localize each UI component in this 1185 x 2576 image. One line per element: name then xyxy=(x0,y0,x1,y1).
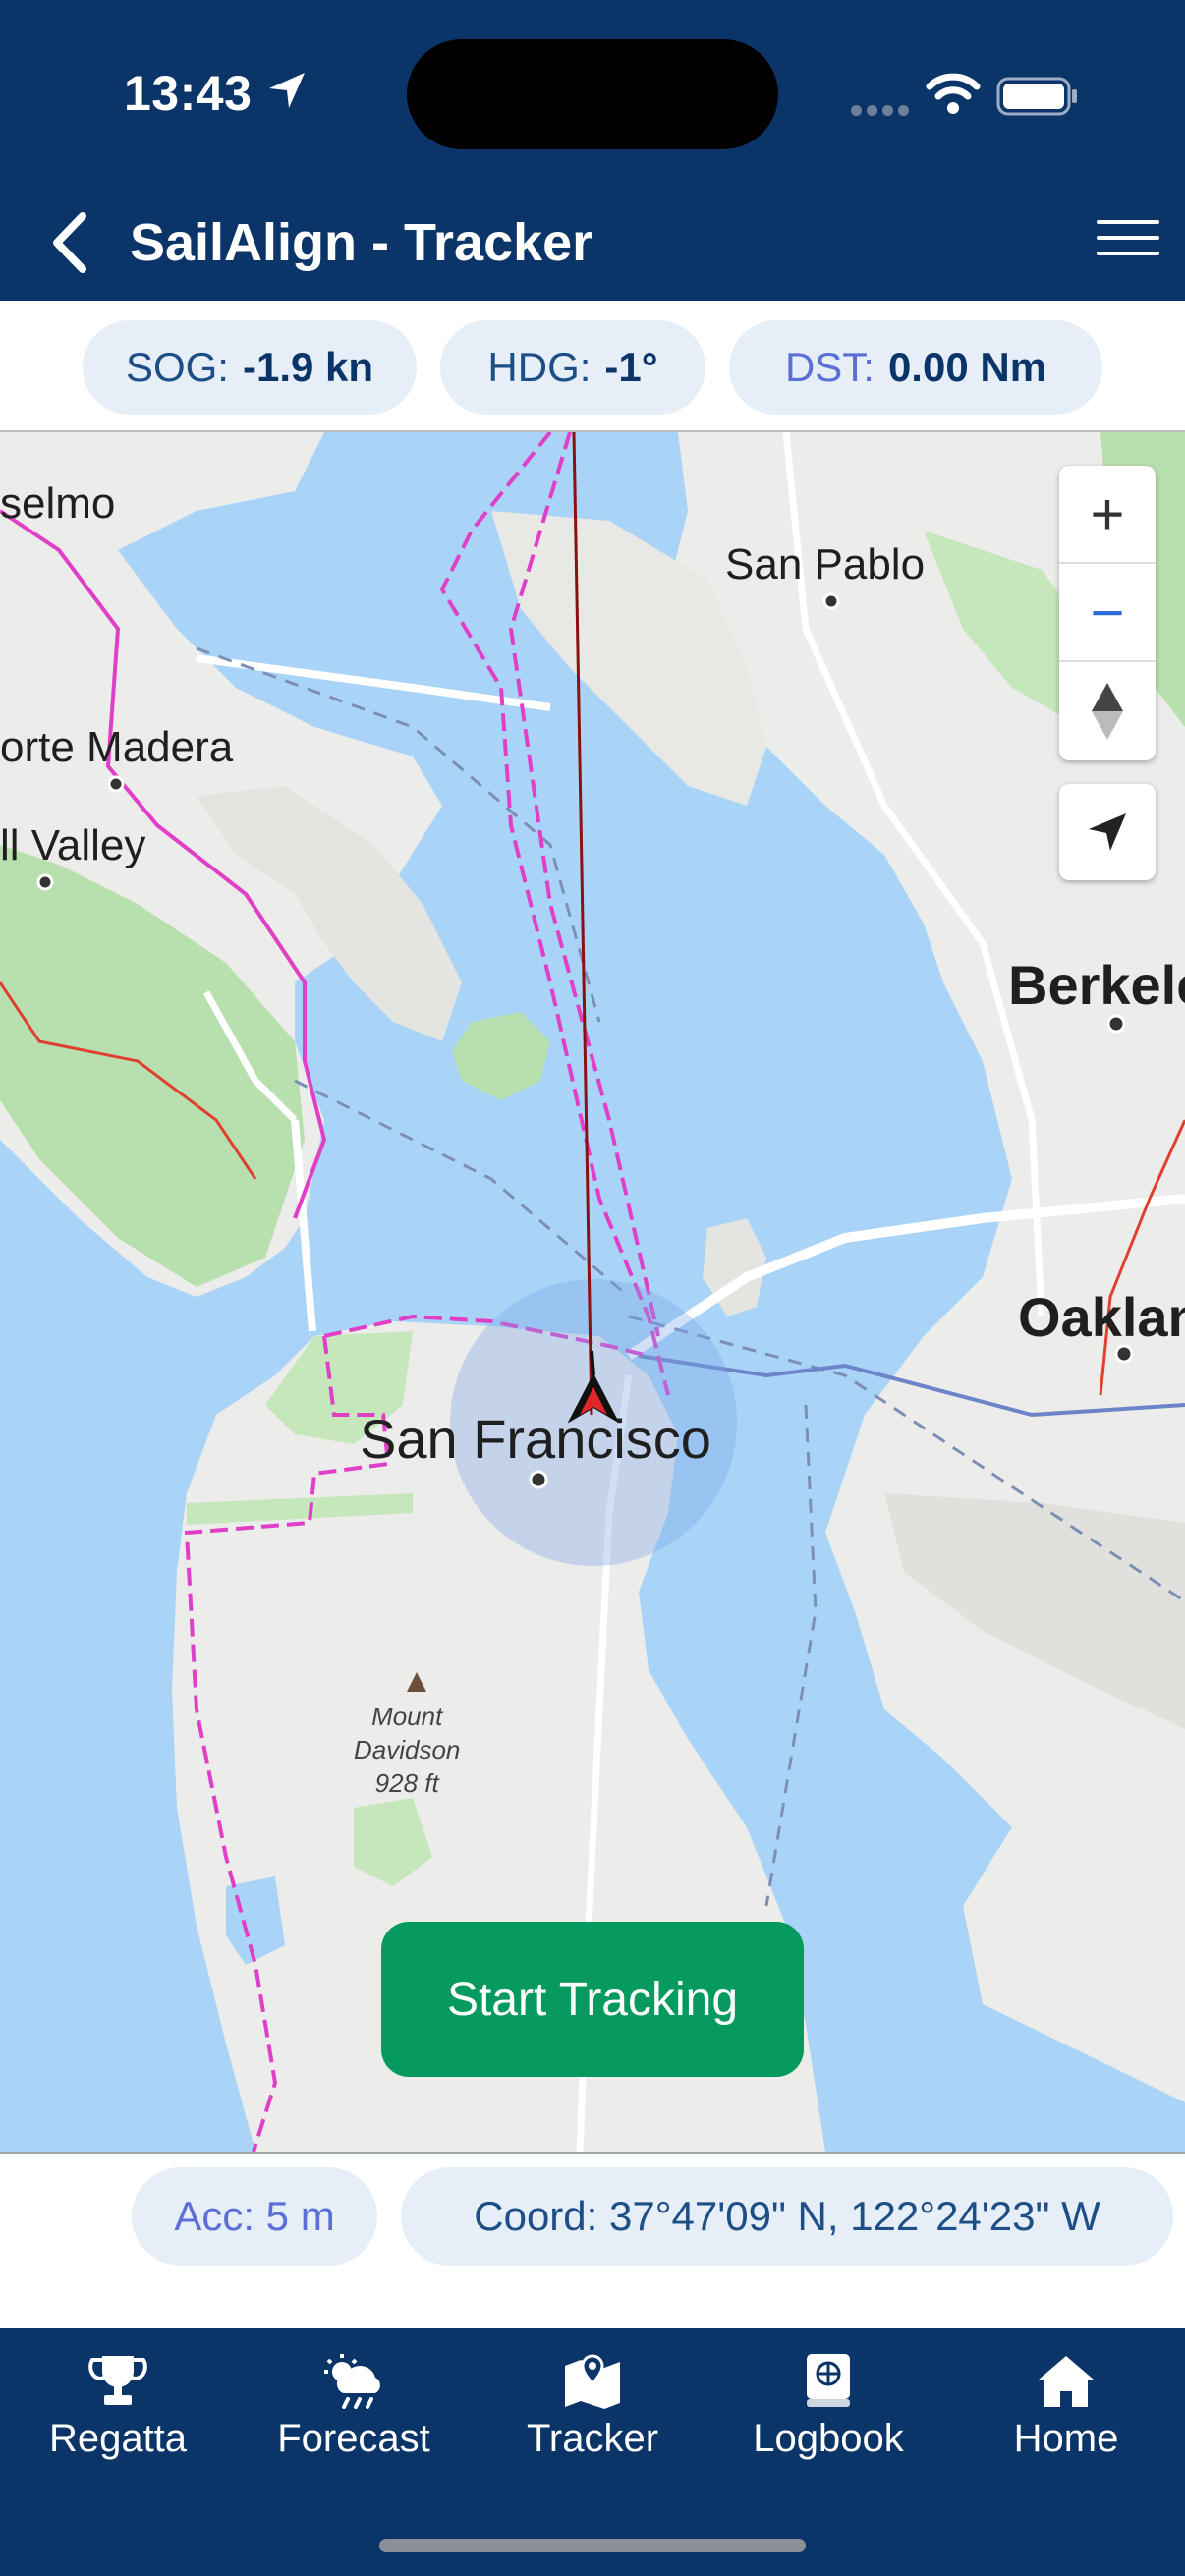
hdg-label: HDG: xyxy=(487,344,592,390)
coordinate-badge: Coord: 37°47'09" N, 122°24'23" W xyxy=(401,2167,1173,2266)
ferry-lane-1 xyxy=(294,1079,630,1299)
place-label-san-pablo: San Pablo xyxy=(725,540,926,588)
minus-icon: − xyxy=(1090,579,1125,645)
status-time: 13:43 xyxy=(124,66,253,121)
app-header: 13:43 SailAlign - Tracker xyxy=(0,0,1185,301)
location-arrow-icon xyxy=(269,73,305,108)
city-dot-sf xyxy=(529,1470,548,1489)
city-dot-berkeley xyxy=(1106,1014,1126,1034)
place-label-mill-valley: ll Valley xyxy=(0,821,146,869)
home-icon xyxy=(1039,2356,1094,2407)
tab-forecast[interactable]: Forecast xyxy=(246,2352,462,2499)
compass-button[interactable] xyxy=(1059,662,1156,760)
zoom-in-button[interactable]: + xyxy=(1059,466,1156,564)
hdg-value: -1° xyxy=(604,344,658,390)
map-pin-icon xyxy=(565,2354,620,2409)
tab-tracker[interactable]: Tracker xyxy=(484,2352,701,2499)
hamburger-menu-icon[interactable] xyxy=(1097,220,1159,265)
tab-logbook-label: Logbook xyxy=(753,2417,904,2460)
place-label-berkeley: Berkele xyxy=(1008,954,1185,1016)
tab-logbook[interactable]: Logbook xyxy=(720,2352,936,2499)
stats-bar: SOG: -1.9 kn HDG: -1° DST: 0.00 Nm xyxy=(0,301,1185,432)
place-label-oakland: Oaklan xyxy=(1018,1286,1185,1348)
page-title: SailAlign - Tracker xyxy=(130,213,593,272)
map-zoom-controls: + − xyxy=(1059,466,1156,760)
map-view[interactable]: selmo San Pablo orte Madera ll Valley Be… xyxy=(0,432,1185,2152)
back-button[interactable] xyxy=(43,208,102,277)
city-dot-corte-madera xyxy=(107,775,125,793)
dynamic-island xyxy=(407,39,778,149)
mount-davidson-line-1: Mount xyxy=(371,1702,443,1731)
tab-tracker-label: Tracker xyxy=(526,2417,659,2460)
locate-me-button[interactable] xyxy=(1059,784,1156,880)
sog-badge: SOG: -1.9 kn xyxy=(83,320,417,415)
map-base xyxy=(0,432,1185,2152)
tab-regatta[interactable]: Regatta xyxy=(10,2352,226,2499)
dst-value: 0.00 Nm xyxy=(887,344,1047,390)
trophy-icon xyxy=(88,2356,147,2405)
home-indicator xyxy=(379,2539,806,2552)
mount-davidson-line-3: 928 ft xyxy=(374,1768,439,1798)
battery-icon xyxy=(996,77,1077,116)
boat-mast xyxy=(590,1350,595,1376)
navigation-arrow-icon xyxy=(1089,813,1126,851)
dst-label: DST: xyxy=(784,344,875,390)
hdg-badge: HDG: -1° xyxy=(440,320,705,415)
tab-home[interactable]: Home xyxy=(958,2352,1174,2499)
zoom-out-button[interactable]: − xyxy=(1059,564,1156,662)
chevron-left-icon xyxy=(53,212,86,273)
accuracy-badge: Acc: 5 m xyxy=(132,2167,377,2266)
ferry-lane-3 xyxy=(764,1404,818,1907)
plus-icon: + xyxy=(1090,480,1125,547)
city-dot-san-pablo xyxy=(822,592,840,610)
tab-forecast-label: Forecast xyxy=(277,2417,430,2460)
weather-icon xyxy=(324,2354,380,2409)
sog-label: SOG: xyxy=(125,344,229,390)
logbook-icon xyxy=(807,2354,850,2407)
start-tracking-button[interactable]: Start Tracking xyxy=(381,1922,804,2077)
place-label-anselmo: selmo xyxy=(0,479,116,528)
place-label-mount-davidson: Mount Davidson 928 ft xyxy=(354,1700,460,1800)
wifi-icon xyxy=(926,73,981,114)
cellular-signal-icon xyxy=(851,103,914,121)
city-dot-mill-valley xyxy=(36,873,54,891)
angel-island xyxy=(452,1012,550,1100)
tab-home-label: Home xyxy=(1013,2417,1119,2460)
dst-badge: DST: 0.00 Nm xyxy=(729,320,1102,415)
place-label-corte-madera: orte Madera xyxy=(0,723,234,771)
place-label-san-francisco: San Francisco xyxy=(360,1408,711,1470)
mount-davidson-line-2: Davidson xyxy=(354,1735,461,1764)
compass-icon xyxy=(1092,683,1123,740)
sog-value: -1.9 kn xyxy=(242,344,374,390)
tab-regatta-label: Regatta xyxy=(48,2417,188,2460)
